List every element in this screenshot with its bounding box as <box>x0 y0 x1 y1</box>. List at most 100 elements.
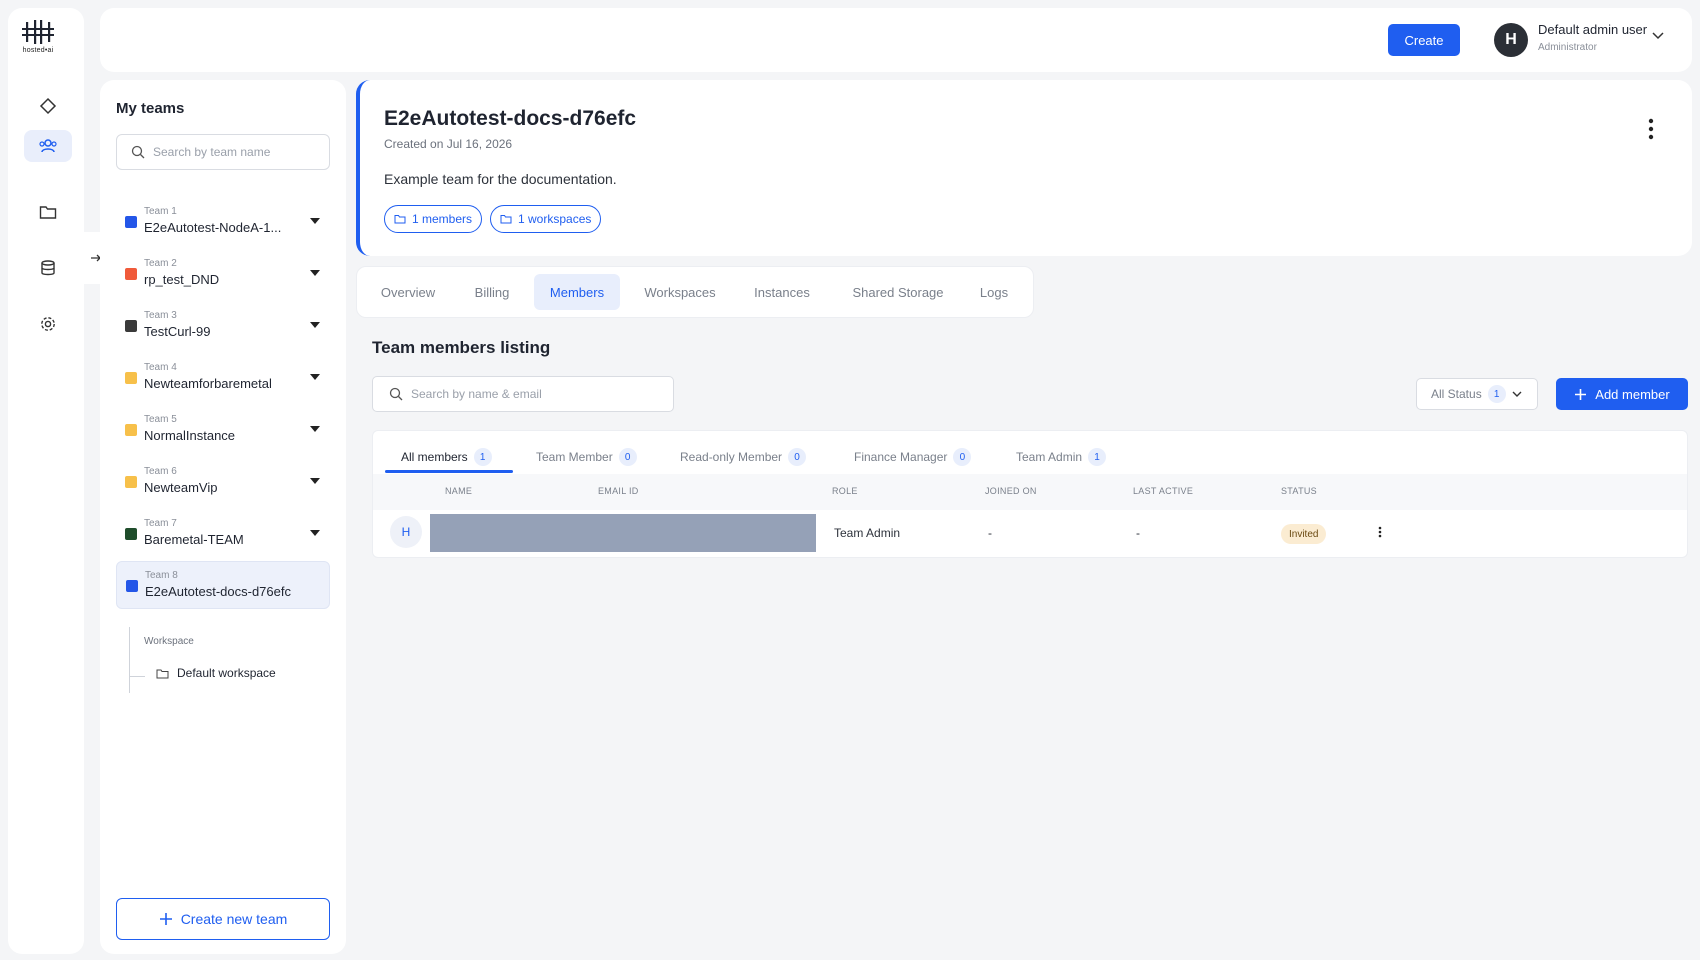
team-item[interactable]: Team 7 Baremetal-TEAM <box>116 510 330 558</box>
subtab-count: 1 <box>1088 448 1107 466</box>
rail-workspaces-button[interactable] <box>24 196 72 228</box>
caret-down-icon[interactable] <box>310 374 320 380</box>
team-label: Team 1 <box>144 206 177 217</box>
column-header-last-active: LAST ACTIVE <box>1133 486 1194 496</box>
rail-dashboard-button[interactable] <box>24 90 72 122</box>
team-label: Team 2 <box>144 258 177 269</box>
caret-down-icon[interactable] <box>310 426 320 432</box>
team-name: E2eAutotest-NodeA-1... <box>144 220 282 235</box>
subtab-label: Read-only Member <box>680 450 783 464</box>
status-badge: Invited <box>1281 524 1327 544</box>
tree-connector <box>129 627 130 693</box>
create-new-team-button[interactable]: Create new team <box>116 898 330 940</box>
team-item[interactable]: Team 1 E2eAutotest-NodeA-1... <box>116 198 330 246</box>
column-header-name: NAME <box>445 486 473 496</box>
subtab-team-member[interactable]: Team Member 0 <box>536 440 637 474</box>
team-name: E2eAutotest-docs-d76efc <box>145 584 291 599</box>
team-color-swatch <box>125 424 137 436</box>
column-header-role: ROLE <box>832 486 858 496</box>
subtab-all-members[interactable]: All members 1 <box>401 440 492 474</box>
column-header-joined-on: JOINED ON <box>985 486 1037 496</box>
diamond-icon <box>39 97 57 115</box>
team-description: Example team for the documentation. <box>384 171 617 187</box>
search-icon <box>389 387 403 401</box>
team-label: Team 4 <box>144 362 177 373</box>
caret-down-icon[interactable] <box>310 270 320 276</box>
workspaces-count-pill[interactable]: 1 workspaces <box>490 205 602 233</box>
user-avatar[interactable]: H <box>1494 23 1528 57</box>
team-title: E2eAutotest-docs-d76efc <box>384 107 637 130</box>
column-header-email: EMAIL ID <box>598 486 639 496</box>
subtab-label: Team Member <box>536 450 613 464</box>
chevron-down-icon <box>1652 32 1664 40</box>
subtab-finance-manager[interactable]: Finance Manager 0 <box>854 440 972 474</box>
team-search-input[interactable]: Search by team name <box>116 134 330 170</box>
team-label: Team 6 <box>144 466 177 477</box>
subtab-read-only-member[interactable]: Read-only Member 0 <box>680 440 807 474</box>
search-icon <box>131 145 145 159</box>
teams-title: My teams <box>116 100 185 117</box>
tab-instances[interactable]: Instances <box>742 274 822 310</box>
subtab-count: 0 <box>953 448 972 466</box>
tab-logs[interactable]: Logs <box>970 274 1018 310</box>
subtab-label: All members <box>401 450 468 464</box>
status-filter-count: 1 <box>1487 385 1506 403</box>
kebab-menu-icon <box>1648 118 1654 140</box>
team-color-swatch <box>125 320 137 332</box>
team-item[interactable]: Team 5 NormalInstance <box>116 406 330 454</box>
team-item[interactable]: Team 4 Newteamforbaremetal <box>116 354 330 402</box>
row-options-button[interactable] <box>1378 526 1382 538</box>
team-label: Team 5 <box>144 414 177 425</box>
team-name: rp_test_DND <box>144 272 220 287</box>
create-new-team-label: Create new team <box>180 911 288 927</box>
redacted-name-email <box>430 514 816 552</box>
rail-storage-button[interactable] <box>24 252 72 284</box>
user-role: Administrator <box>1538 42 1597 53</box>
caret-down-icon[interactable] <box>310 530 320 536</box>
add-member-label: Add member <box>1595 386 1670 402</box>
members-count-pill[interactable]: 1 members <box>384 205 483 233</box>
team-item[interactable]: Team 6 NewteamVip <box>116 458 330 506</box>
team-label: Team 8 <box>145 570 178 581</box>
team-color-swatch <box>125 372 137 384</box>
rail-settings-button[interactable] <box>24 308 72 340</box>
workspace-item[interactable]: Default workspace <box>156 666 276 680</box>
member-search-input[interactable]: Search by name & email <box>372 376 674 412</box>
subtab-team-admin[interactable]: Team Admin 1 <box>1016 440 1107 474</box>
subtab-label: Finance Manager <box>854 450 948 464</box>
caret-down-icon[interactable] <box>310 322 320 328</box>
tree-connector <box>129 676 145 677</box>
team-color-swatch <box>125 476 137 488</box>
tab-overview[interactable]: Overview <box>372 274 444 310</box>
tab-billing[interactable]: Billing <box>460 274 524 310</box>
create-button[interactable]: Create <box>1388 24 1460 56</box>
team-item[interactable]: Team 2 rp_test_DND <box>116 250 330 298</box>
rail-teams-button[interactable] <box>24 130 72 162</box>
tab-shared-storage[interactable]: Shared Storage <box>842 274 954 310</box>
add-member-button[interactable]: Add member <box>1556 378 1688 410</box>
folder-icon <box>39 206 57 219</box>
team-color-swatch <box>125 268 137 280</box>
team-item[interactable]: Team 3 TestCurl-99 <box>116 302 330 350</box>
user-menu-toggle[interactable] <box>1652 32 1664 40</box>
subtab-count: 0 <box>788 448 807 466</box>
member-role: Team Admin <box>834 526 901 540</box>
tab-workspaces[interactable]: Workspaces <box>634 274 726 310</box>
member-avatar: H <box>390 516 422 548</box>
folder-icon <box>500 215 512 224</box>
caret-down-icon[interactable] <box>310 218 320 224</box>
team-color-swatch <box>125 528 137 540</box>
status-filter-select[interactable]: All Status 1 <box>1416 378 1538 410</box>
tab-members[interactable]: Members <box>534 274 620 310</box>
logo-text: hosted•ai <box>22 47 54 54</box>
folder-icon <box>156 669 169 678</box>
caret-down-icon[interactable] <box>310 478 320 484</box>
subtab-active-indicator <box>385 470 513 473</box>
team-options-button[interactable] <box>1648 118 1654 140</box>
workspace-label: Workspace <box>144 636 194 647</box>
kebab-menu-icon <box>1378 526 1382 538</box>
team-item-active[interactable]: Team 8 E2eAutotest-docs-d76efc <box>116 561 330 609</box>
logo[interactable]: hosted•ai <box>20 18 56 54</box>
column-header-status: STATUS <box>1281 486 1317 496</box>
member-joined-on: - <box>988 526 992 540</box>
